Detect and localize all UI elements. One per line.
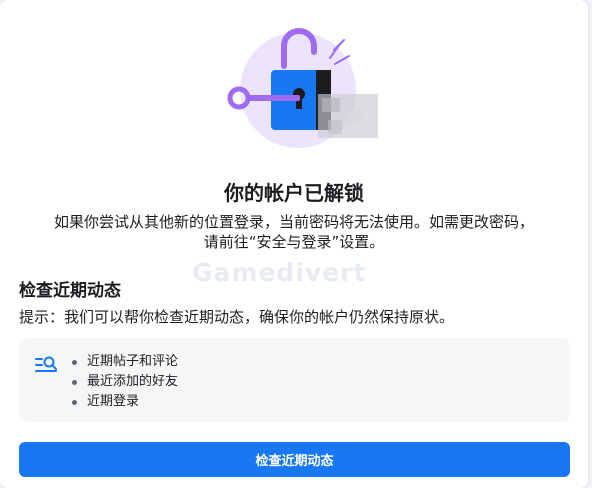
watermark-text: Gamedivert — [192, 258, 367, 287]
description-line-1: 如果你尝试从其他新的位置登录，当前密码将无法使用。如需更改密码， — [53, 213, 534, 231]
bullet-icon — [72, 380, 77, 385]
list-item: 近期帖子和评论 — [69, 352, 178, 372]
unlocked-padlock-icon — [227, 28, 378, 148]
review-activity-button[interactable]: 检查近期动态 — [19, 442, 570, 477]
activity-checklist: 近期帖子和评论 最近添加的好友 近期登录 — [69, 352, 178, 412]
list-item-label: 最近添加的好友 — [87, 374, 179, 389]
bullet-icon — [72, 400, 77, 405]
list-search-icon — [35, 356, 57, 372]
unlock-dialog-card: 你的帐户已解锁 如果你尝试从其他新的位置登录，当前密码将无法使用。如需更改密码，… — [0, 0, 588, 488]
bullet-icon — [72, 360, 77, 365]
section-title: 检查近期动态 — [19, 281, 121, 301]
list-item-label: 近期登录 — [87, 394, 140, 409]
dialog-title: 你的帐户已解锁 — [224, 181, 364, 205]
section-hint: 提示：我们可以帮你检查近期动态，确保你的帐户仍然保持原状。 — [19, 308, 455, 326]
description-line-2: 请前往“安全与登录”设置。 — [203, 233, 385, 251]
activity-checklist-panel: 近期帖子和评论 最近添加的好友 近期登录 — [19, 338, 570, 422]
dialog-description: 如果你尝试从其他新的位置登录，当前密码将无法使用。如需更改密码， 请前往“安全与… — [14, 212, 574, 252]
list-item: 近期登录 — [69, 392, 178, 412]
list-item: 最近添加的好友 — [69, 372, 178, 392]
list-item-label: 近期帖子和评论 — [87, 354, 179, 369]
